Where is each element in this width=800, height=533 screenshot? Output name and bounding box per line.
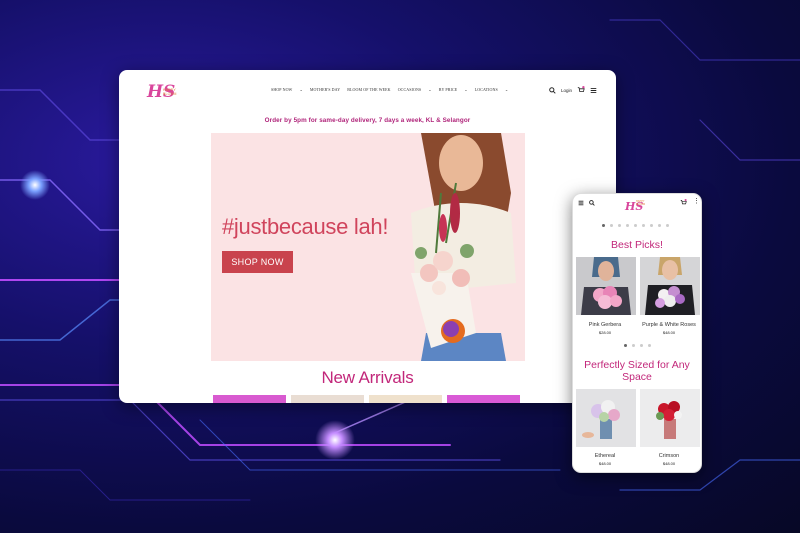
hero-tagline: #justbecause lah! (222, 214, 389, 239)
carousel-dot[interactable] (640, 344, 643, 347)
carousel-dot[interactable] (634, 224, 637, 227)
nav-locations[interactable]: LOCATIONS (475, 87, 498, 92)
carousel-dot[interactable] (632, 344, 635, 347)
mobile-header: HS HAPPY BLOOM ⋮ (573, 194, 701, 214)
logo-text: HAPPY BLOOM (636, 200, 646, 206)
nav-occasions[interactable]: OCCASIONS (398, 87, 422, 92)
product-name[interactable]: Pink Gerbera (573, 322, 637, 328)
carousel-dot[interactable] (648, 344, 651, 347)
product-image-ethereal[interactable] (576, 389, 636, 447)
chevron-down-icon: ⌄ (299, 87, 303, 92)
perfectly-sized-heading: Perfectly Sized for Any Space (584, 359, 690, 383)
chevron-down-icon: ⌄ (504, 87, 509, 92)
product-tile[interactable] (213, 395, 286, 403)
product-price: $48.00 (598, 461, 612, 466)
header-tools: Login (549, 86, 597, 94)
best-picks-heading: Best Picks! (611, 239, 663, 251)
carousel-dot[interactable] (642, 224, 645, 227)
carousel-dots (602, 224, 669, 227)
glow-light (20, 170, 50, 200)
more-icon[interactable]: ⋮ (693, 197, 700, 205)
main-nav: SHOP NOW ⌄ MOTHER'S DAY BLOOM OF THE WEEK… (271, 87, 508, 92)
nav-by-price[interactable]: BY PRICE (439, 87, 458, 92)
new-arrivals-heading: New Arrivals (321, 368, 414, 387)
login-link[interactable]: Login (561, 88, 572, 93)
cart-icon[interactable] (577, 86, 585, 94)
cart-icon[interactable] (680, 199, 687, 206)
nav-mothers-day[interactable]: MOTHER'S DAY (310, 87, 340, 92)
product-image-crimson[interactable] (640, 389, 700, 447)
chevron-down-icon: ⌄ (464, 87, 468, 92)
chevron-down-icon: ⌄ (428, 87, 432, 92)
product-price: $28.00 (598, 330, 612, 335)
menu-icon[interactable] (590, 87, 597, 94)
carousel-dot[interactable] (658, 224, 661, 227)
site-logo[interactable]: HS HAPPY BLOOM (147, 82, 183, 104)
new-arrivals-tiles (213, 395, 520, 403)
logo-text: HAPPY BLOOM (163, 88, 177, 96)
carousel-dot[interactable] (624, 344, 627, 347)
carousel-dot[interactable] (650, 224, 653, 227)
product-tile[interactable] (447, 395, 520, 403)
promo-banner-text: Order by 5pm for same-day delivery, 7 da… (264, 117, 471, 124)
carousel-dot[interactable] (626, 224, 629, 227)
site-header: HS HAPPY BLOOM SHOP NOW ⌄ MOTHER'S DAY BL… (119, 70, 616, 115)
nav-shop-now[interactable]: SHOP NOW (271, 87, 292, 92)
carousel-dot[interactable] (610, 224, 613, 227)
product-tile[interactable] (369, 395, 442, 403)
carousel-dots (624, 344, 651, 347)
desktop-browser-mockup: HS HAPPY BLOOM SHOP NOW ⌄ MOTHER'S DAY BL… (119, 70, 616, 403)
hero-banner: #justbecause lah! SHOP NOW (211, 133, 525, 361)
carousel-dot[interactable] (618, 224, 621, 227)
nav-bloom-of-the-week[interactable]: BLOOM OF THE WEEK (347, 87, 390, 92)
search-icon[interactable] (549, 86, 556, 94)
product-image-pink-gerbera[interactable] (576, 257, 636, 315)
hero-photo-woman-with-bouquet (411, 133, 516, 361)
product-name[interactable]: Purple & White Roses (637, 322, 701, 328)
product-image-purple-white-roses[interactable] (640, 257, 700, 315)
carousel-dot[interactable] (602, 224, 605, 227)
carousel-dot[interactable] (666, 224, 669, 227)
product-name[interactable]: Crimson (637, 453, 701, 459)
search-icon[interactable] (589, 200, 595, 206)
menu-icon[interactable] (578, 200, 584, 206)
site-logo[interactable]: HS HAPPY BLOOM (625, 197, 646, 215)
shop-now-button[interactable]: SHOP NOW (222, 251, 293, 273)
product-tile[interactable] (291, 395, 364, 403)
product-price: $48.00 (662, 461, 676, 466)
product-name[interactable]: Ethereal (573, 453, 637, 459)
mobile-phone-mockup: HS HAPPY BLOOM ⋮ Best Picks! Pink Gerber… (572, 193, 702, 473)
product-price: $48.00 (662, 330, 676, 335)
glow-light (315, 420, 355, 460)
